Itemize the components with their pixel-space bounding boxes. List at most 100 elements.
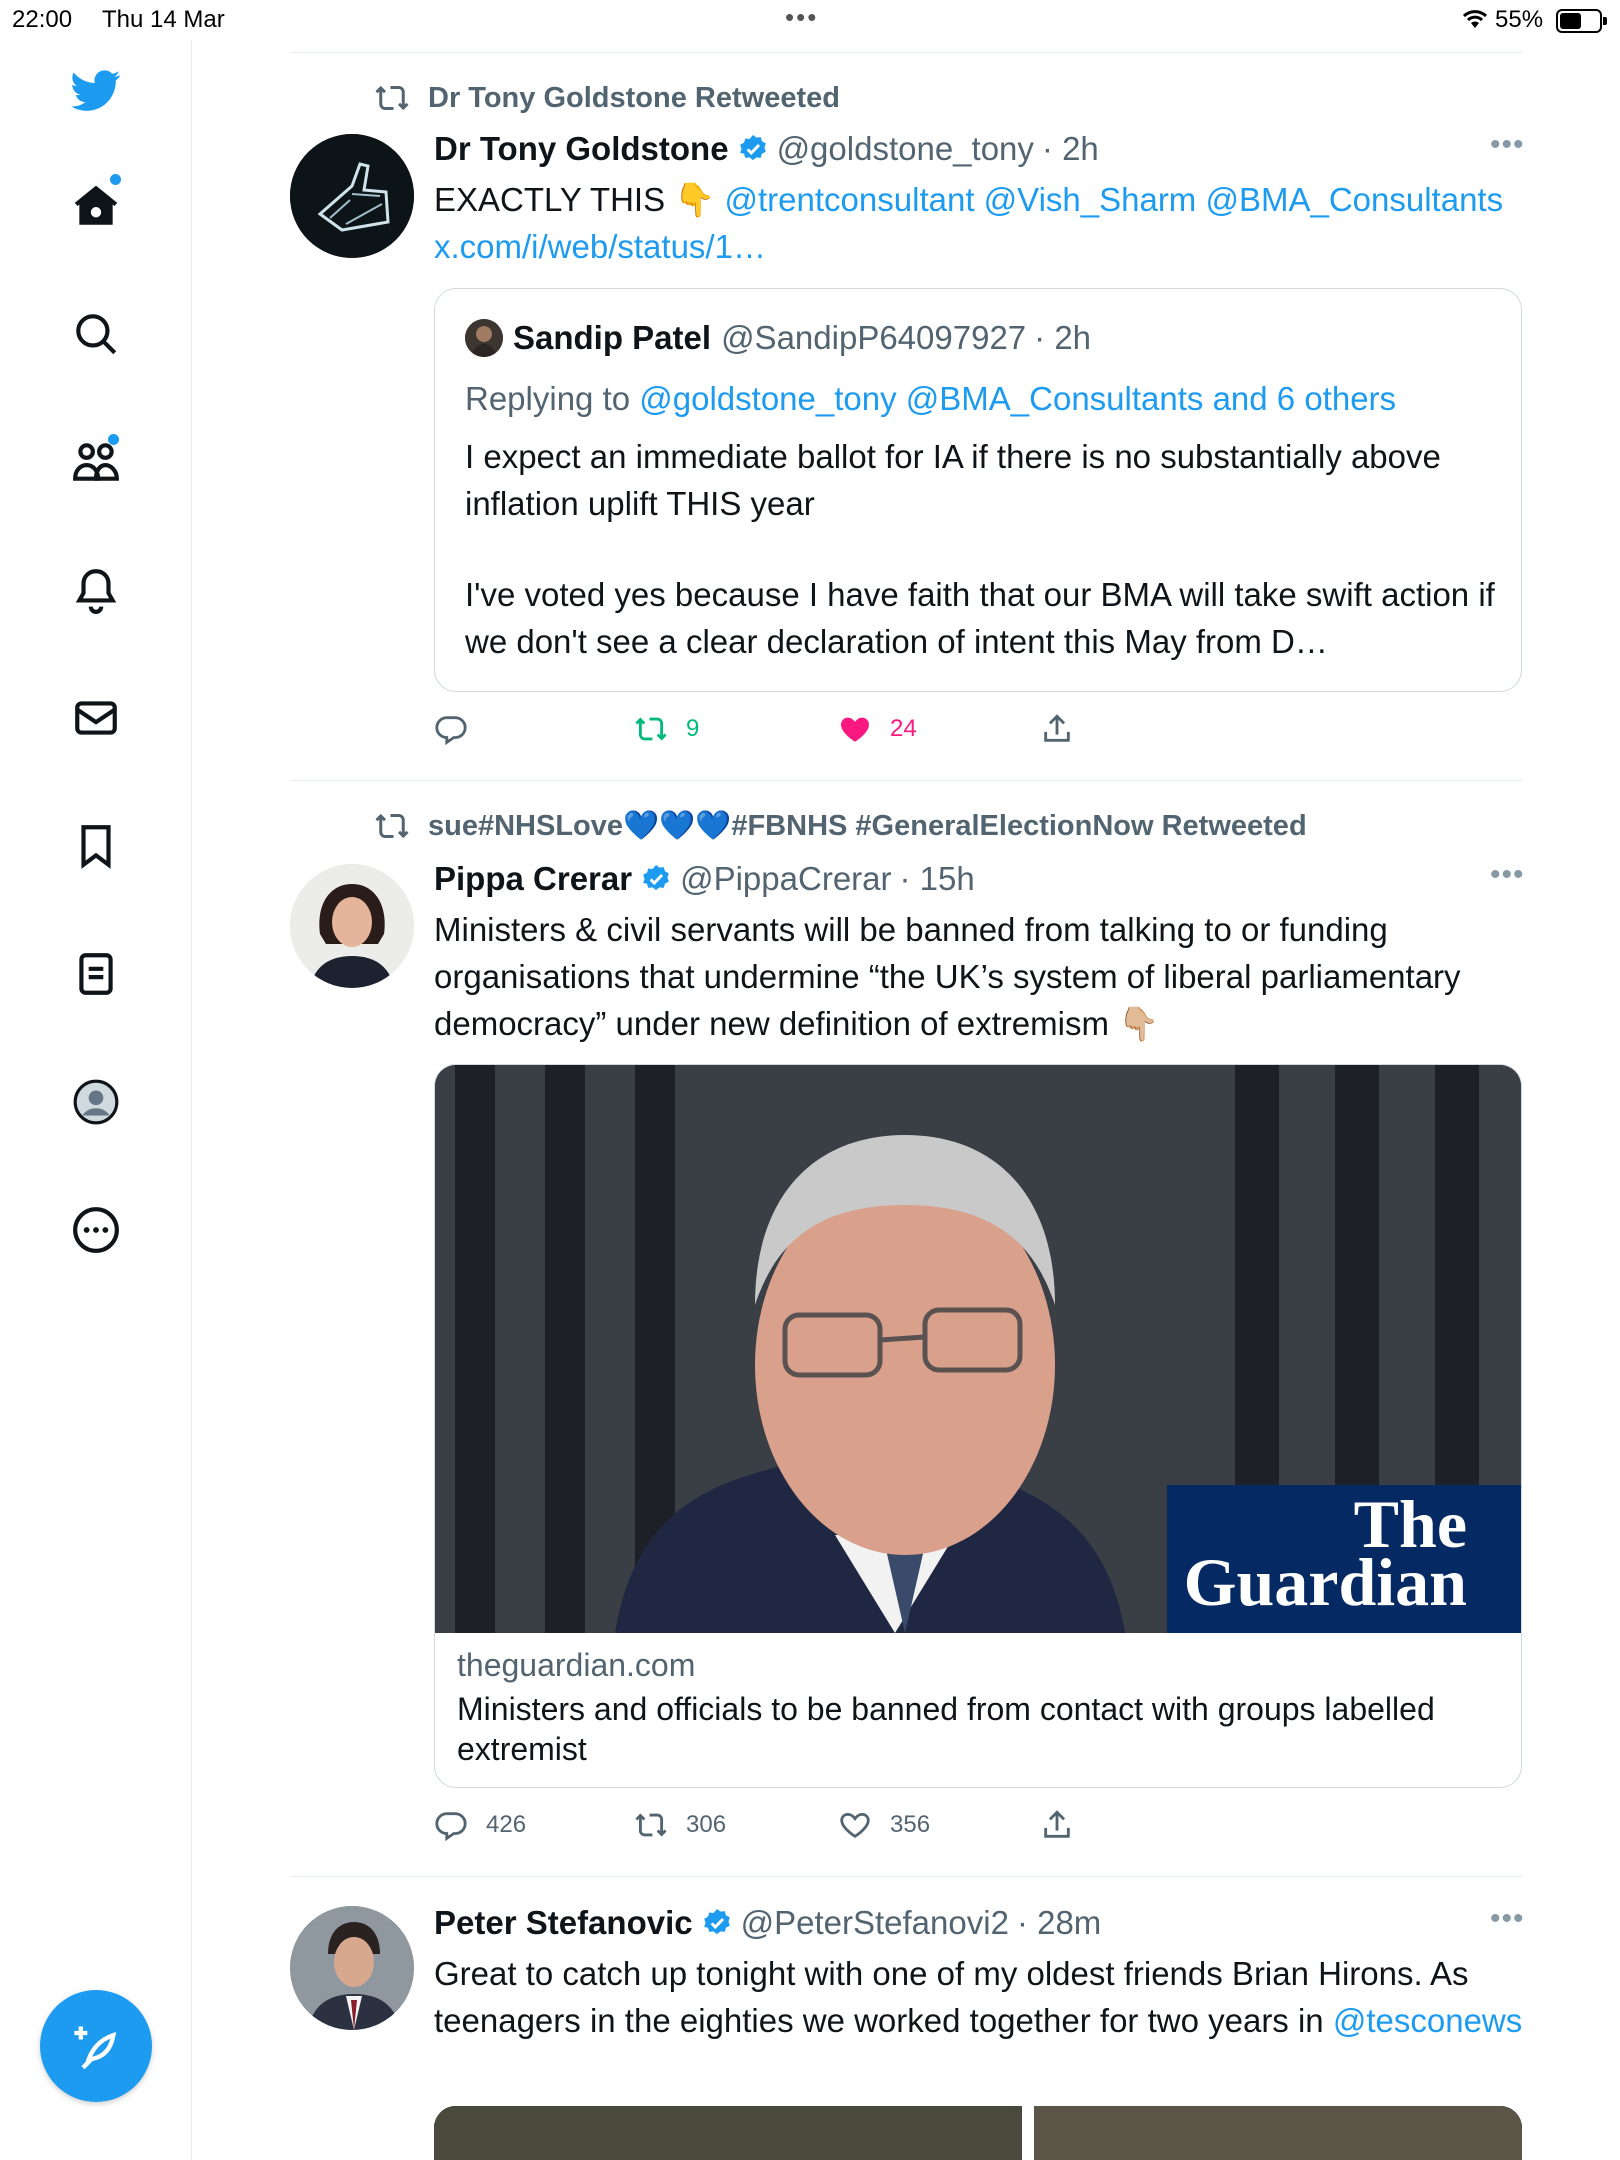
more-options-icon[interactable]: •••	[1490, 1902, 1525, 1936]
battery-fill	[1560, 13, 1581, 29]
tweet-text: Great to catch up tonight with one of my…	[434, 1950, 1524, 2044]
bell-icon	[75, 569, 117, 614]
retweet-context: Dr Tony Goldstone Retweeted	[374, 80, 840, 116]
status-time: 22:00	[12, 6, 73, 33]
verified-badge-icon	[739, 135, 766, 161]
compose-tweet-button[interactable]	[40, 1990, 152, 2102]
more-options-icon[interactable]: •••	[1490, 128, 1525, 162]
retweet-icon	[375, 813, 409, 839]
tweet-media-image[interactable]	[434, 2106, 1522, 2160]
author-name[interactable]: Peter Stefanovic	[434, 1904, 693, 1942]
portrait-woman-image	[290, 864, 414, 988]
like-button[interactable]: 24	[838, 712, 917, 746]
replying-to-links[interactable]: @goldstone_tony @BMA_Consultants and 6 o…	[639, 380, 1396, 417]
verified-badge-icon	[643, 865, 669, 891]
like-button[interactable]: 356	[838, 1808, 930, 1842]
tweet-time[interactable]: · 2h	[1042, 130, 1099, 168]
heart-outline-icon	[840, 1812, 870, 1839]
share-icon	[1044, 1810, 1070, 1838]
tweet-actions: 426 306 356	[434, 1808, 1522, 1848]
tweet-text-plain: Great to catch up tonight with one of my…	[434, 1955, 1469, 2039]
retweet-context: sue#NHSLove💙💙💙#FBNHS #GeneralElectionNow…	[374, 808, 1307, 844]
twitter-logo-icon[interactable]	[60, 54, 132, 126]
nav-more[interactable]	[60, 1194, 132, 1266]
share-button[interactable]	[1040, 712, 1092, 746]
quoted-tweet[interactable]: Sandip Patel @SandipP64097927 · 2h Reply…	[434, 288, 1522, 692]
author-name[interactable]: Dr Tony Goldstone	[434, 130, 729, 168]
nav-notifications[interactable]	[60, 554, 132, 626]
communities-notification-dot	[108, 434, 119, 445]
nav-profile[interactable]	[60, 1066, 132, 1138]
thumbs-up-xray-image	[290, 134, 414, 258]
quote-time: · 2h	[1034, 319, 1092, 356]
quote-author-name[interactable]: Sandip Patel	[513, 319, 711, 357]
avatar-icon	[73, 1079, 119, 1125]
avatar[interactable]	[290, 134, 414, 258]
envelope-icon	[75, 701, 117, 735]
retweet-icon	[375, 85, 409, 111]
avatar[interactable]	[290, 864, 414, 988]
tweet-divider	[290, 1876, 1522, 1877]
tweet-header: Pippa Crerar @PippaCrerar · 15h	[434, 860, 975, 898]
tweet-url[interactable]: x.com/i/web/status/1…	[434, 228, 766, 265]
tweet-header: Dr Tony Goldstone @goldstone_tony · 2h	[434, 130, 1099, 168]
retweet-button[interactable]: 9	[634, 712, 699, 746]
nav-communities[interactable]	[60, 426, 132, 498]
retweet-count: 306	[686, 1811, 727, 1838]
reply-icon	[435, 1812, 467, 1842]
author-handle[interactable]: @goldstone_tony	[777, 130, 1034, 168]
tweet-actions: 9 24	[434, 712, 1522, 752]
tweet-time[interactable]: · 15h	[900, 860, 975, 898]
search-icon	[76, 314, 117, 355]
nav-explore[interactable]	[60, 298, 132, 370]
tweet-time[interactable]: · 28m	[1017, 1904, 1101, 1942]
replying-label: Replying to	[465, 380, 640, 417]
nav-messages[interactable]	[60, 682, 132, 754]
quote-avatar[interactable]	[465, 319, 503, 357]
list-icon	[79, 953, 113, 995]
status-date: Thu 14 Mar	[102, 6, 225, 33]
reply-button[interactable]	[434, 712, 486, 746]
retweet-icon	[635, 717, 667, 741]
reply-button[interactable]: 426	[434, 1808, 526, 1842]
more-options-icon[interactable]: •••	[1490, 858, 1525, 892]
retweet-label[interactable]: sue#NHSLove💙💙💙#FBNHS #GeneralElectionNow…	[428, 809, 1307, 843]
reply-count: 426	[486, 1811, 527, 1838]
feather-plus-icon	[74, 2026, 117, 2070]
share-button[interactable]	[1040, 1808, 1092, 1842]
nav-home[interactable]	[60, 170, 132, 242]
like-count: 356	[890, 1811, 931, 1838]
restaurant-photo-image	[434, 2106, 1522, 2160]
nav-bookmarks[interactable]	[60, 810, 132, 882]
author-handle[interactable]: @PeterStefanovi2	[741, 1904, 1009, 1942]
tweet-text: EXACTLY THIS 👇 @trentconsultant @Vish_Sh…	[434, 176, 1524, 270]
retweet-label[interactable]: Dr Tony Goldstone Retweeted	[428, 82, 840, 115]
tweet-text: Ministers & civil servants will be banne…	[434, 911, 1461, 1042]
author-name[interactable]: Pippa Crerar	[434, 860, 632, 898]
share-icon	[1044, 714, 1070, 742]
quote-replying: Replying to @goldstone_tony @BMA_Consult…	[465, 375, 1495, 422]
feed-top-divider	[290, 52, 1522, 53]
quote-author-handle[interactable]: @SandipP64097927	[721, 319, 1026, 357]
link-card-title[interactable]: Ministers and officials to be banned fro…	[457, 1689, 1477, 1769]
retweet-button[interactable]: 306	[634, 1808, 726, 1842]
reply-icon	[435, 716, 467, 746]
tweet-header: Peter Stefanovic @PeterStefanovi2 · 28m	[434, 1904, 1101, 1942]
bookmark-icon	[81, 825, 111, 869]
nav-lists[interactable]	[60, 938, 132, 1010]
retweet-count: 9	[686, 715, 700, 742]
heart-filled-icon	[841, 717, 869, 742]
tweet-mention[interactable]: @tesconews	[1333, 2002, 1522, 2039]
author-handle[interactable]: @PippaCrerar	[680, 860, 891, 898]
multitasking-dots[interactable]: •••	[785, 2, 818, 33]
sidebar	[0, 40, 192, 2160]
battery-icon	[1556, 9, 1607, 33]
guardian-logo: The Guardian	[1167, 1485, 1521, 1633]
tweet-mentions[interactable]: @trentconsultant @Vish_Sharm @BMA_Consul…	[725, 181, 1504, 218]
link-card[interactable]: The Guardian theguardian.com Ministers a…	[434, 1064, 1522, 1788]
avatar[interactable]	[290, 1906, 414, 2030]
link-card-image[interactable]: The Guardian	[435, 1065, 1521, 1633]
wifi-icon	[1460, 6, 1490, 37]
home-notification-dot	[110, 174, 121, 185]
tweet-text-plain: EXACTLY THIS 👇	[434, 181, 725, 218]
